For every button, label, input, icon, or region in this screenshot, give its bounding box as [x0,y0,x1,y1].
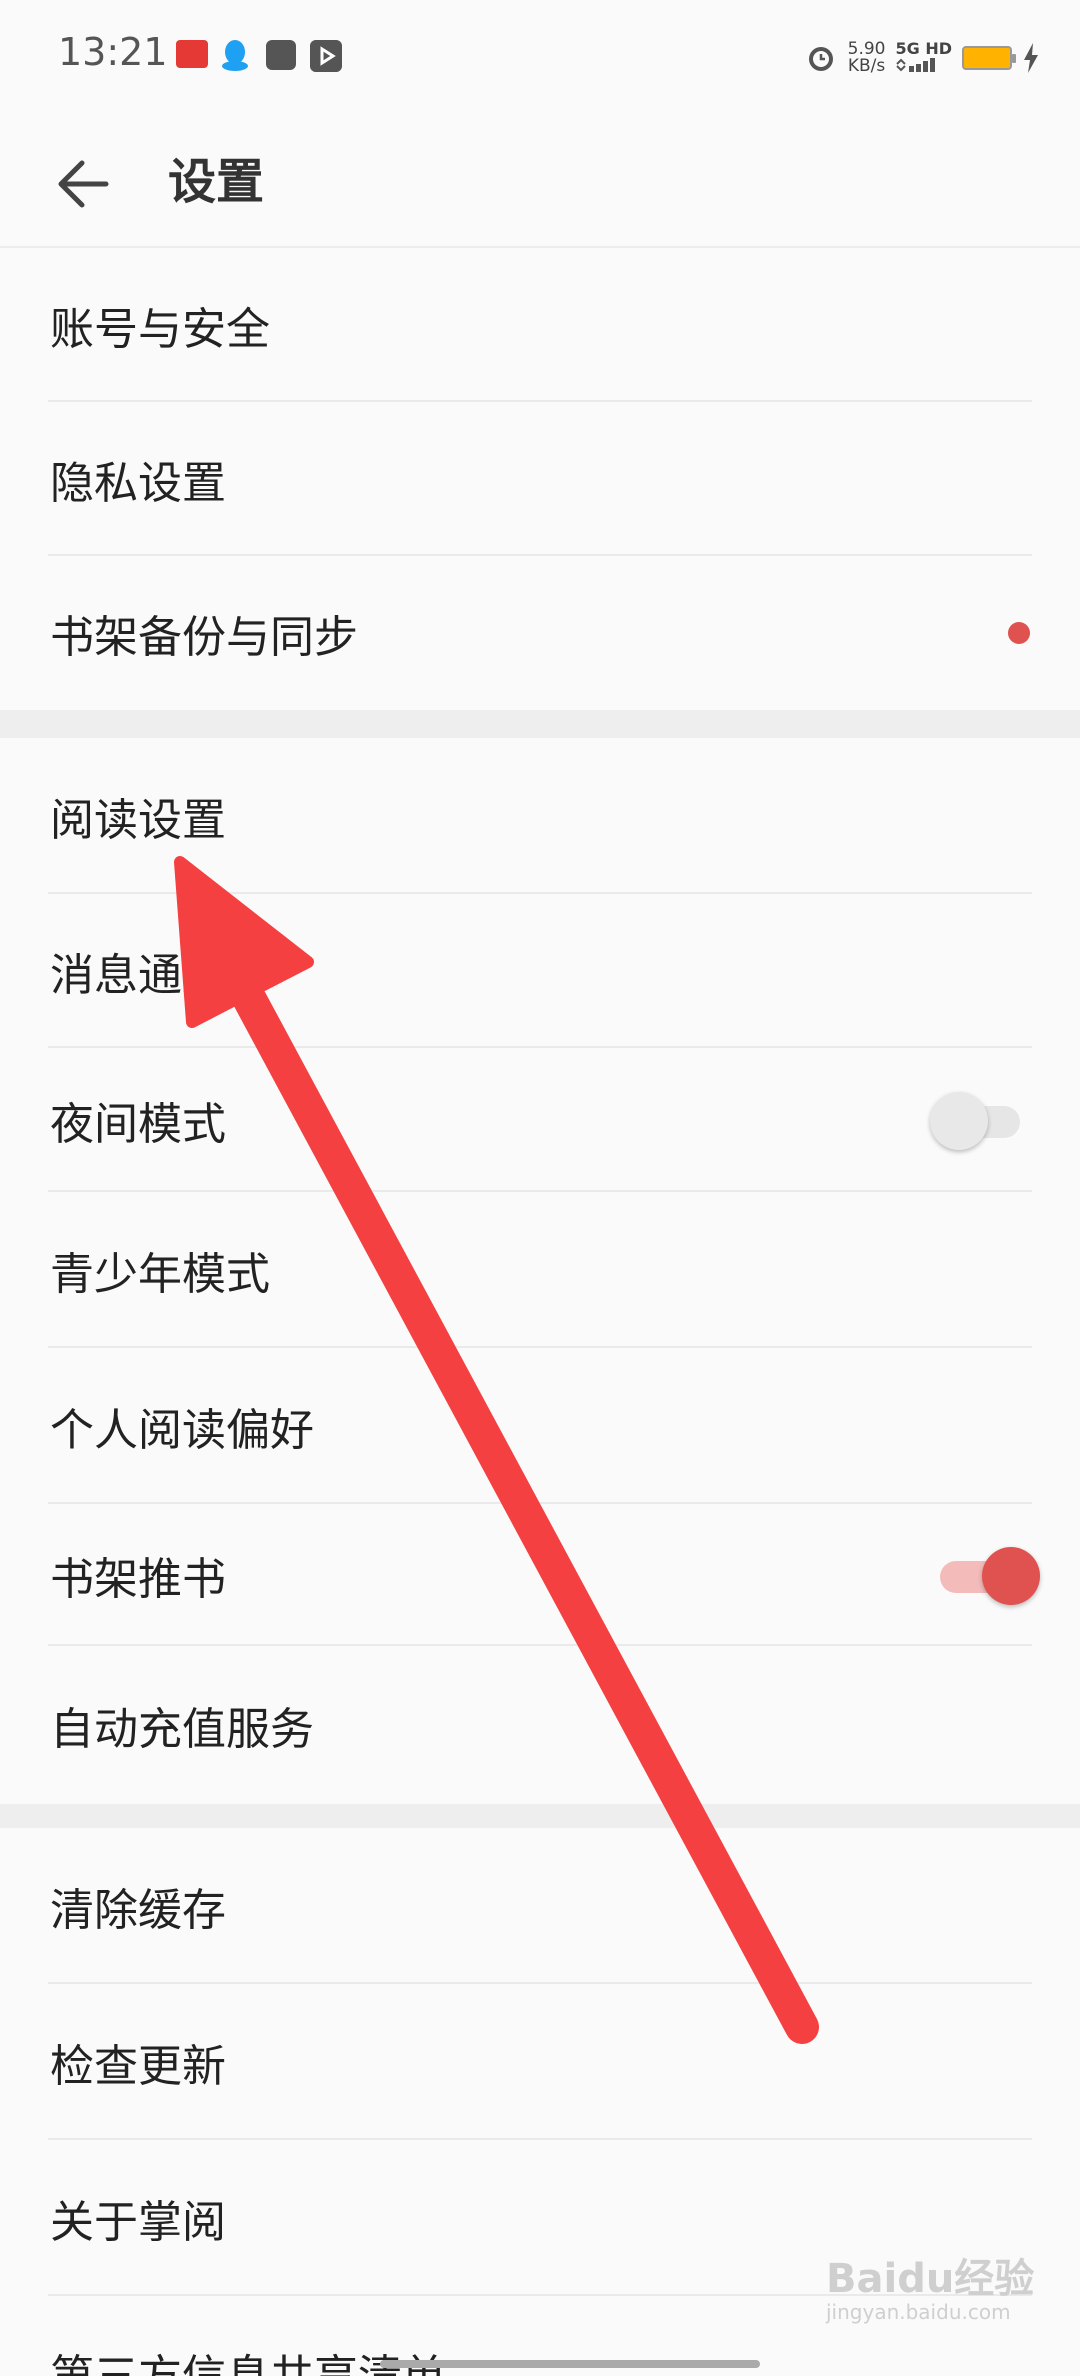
status-bar: 13:21 5.90 KB/s 5G HD [0,0,1080,120]
toggle-knob [930,1092,988,1150]
settings-item-auto-recharge[interactable]: 自动充值服务 [0,1646,1080,1804]
app-header: 设置 [0,120,1080,248]
settings-item-clear-cache[interactable]: 清除缓存 [0,1828,1080,1984]
qq-icon [222,40,248,71]
item-label: 清除缓存 [50,1885,226,1936]
item-label: 青少年模式 [50,1249,270,1300]
home-indicator[interactable] [380,2360,760,2368]
settings-item-night-mode[interactable]: 夜间模式 [0,1048,1080,1192]
item-label: 阅读设置 [50,795,226,846]
news-icon [176,40,208,68]
item-label: 关于掌阅 [50,2197,226,2248]
item-label: 账号与安全 [50,304,270,355]
play-icon [310,40,342,72]
settings-group-reading: 阅读设置 消息通知 夜间模式 青少年模式 个人阅读偏好 书架推书 自动充值服务 [0,738,1080,1804]
settings-group-account: 账号与安全 隐私设置 书架备份与同步 [0,248,1080,710]
item-label: 第三方信息共享清单 [50,2340,446,2376]
settings-item-account-security[interactable]: 账号与安全 [0,248,1080,402]
status-time: 13:21 [58,30,168,74]
battery-icon [962,46,1016,70]
bookshelf-recommend-toggle[interactable] [930,1545,1040,1605]
toggle-knob [982,1547,1040,1605]
speed-unit: KB/s [847,56,886,76]
arrow-left-icon[interactable] [48,144,128,224]
settings-item-check-update[interactable]: 检查更新 [0,1984,1080,2140]
settings-item-privacy[interactable]: 隐私设置 [0,402,1080,556]
item-label: 消息通知 [50,950,226,1001]
signal-group: 5G HD [895,38,952,76]
settings-item-notifications[interactable]: 消息通知 [0,894,1080,1048]
signal-icon [896,57,936,72]
section-divider [0,710,1080,738]
network-speed: 5.90 KB/s [848,41,886,75]
watermark: Baidu经验 jingyan.baidu.com [826,2246,1034,2324]
item-label: 检查更新 [50,2041,226,2092]
settings-item-reading-preference[interactable]: 个人阅读偏好 [0,1348,1080,1504]
item-label: 书架备份与同步 [50,612,358,663]
item-label: 个人阅读偏好 [50,1405,314,1456]
alarm-icon [808,47,833,71]
settings-item-bookshelf-backup[interactable]: 书架备份与同步 [0,556,1080,710]
settings-item-teen-mode[interactable]: 青少年模式 [0,1192,1080,1348]
item-label: 隐私设置 [50,458,226,509]
watermark-brand: Baidu经验 [826,2256,1035,2302]
watermark-domain: jingyan.baidu.com [826,2300,1011,2324]
settings-item-bookshelf-recommend[interactable]: 书架推书 [0,1504,1080,1646]
charging-icon [1024,43,1038,73]
settings-item-reading[interactable]: 阅读设置 [0,738,1080,894]
card-icon [266,40,296,70]
item-label: 夜间模式 [50,1099,226,1150]
page-title: 设置 [168,154,265,210]
network-type: 5G HD [895,38,952,58]
night-mode-toggle[interactable] [930,1090,1030,1150]
item-label: 自动充值服务 [50,1704,314,1755]
status-right: 5.90 KB/s 5G HD [804,38,1040,78]
section-divider [0,1804,1080,1828]
notification-dot [1008,622,1030,644]
item-label: 书架推书 [50,1554,226,1605]
